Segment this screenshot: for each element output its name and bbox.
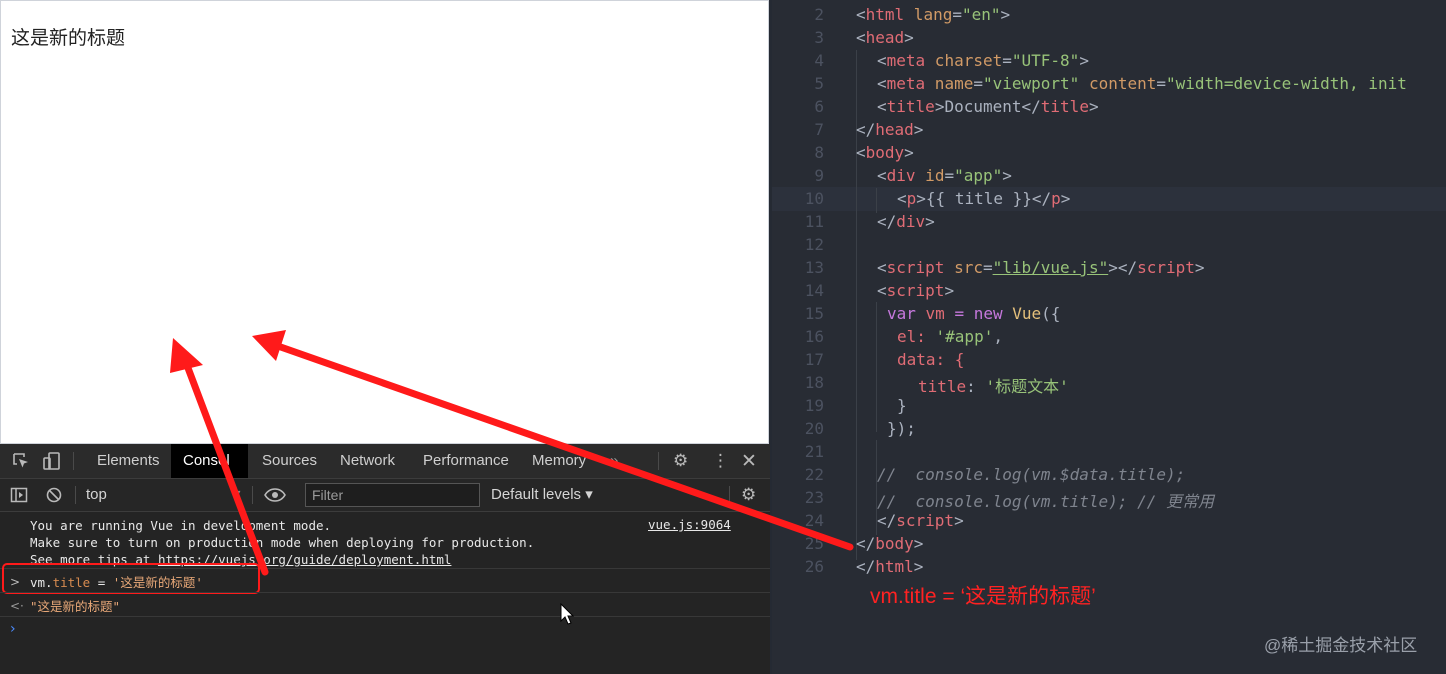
- tab-performance[interactable]: Performance: [411, 444, 521, 478]
- code-line-11: </div>: [877, 212, 935, 231]
- line-number: 19: [804, 396, 824, 415]
- toolbar-divider: [658, 452, 659, 470]
- input-highlight-box: [2, 563, 260, 594]
- console-settings-gear-icon[interactable]: ⚙: [741, 479, 756, 511]
- line-number: 16: [804, 327, 824, 346]
- line-number: 23: [804, 488, 824, 507]
- devtools-tab-bar: Elements Consol Sources Network Performa…: [0, 444, 770, 479]
- execution-context-select[interactable]: top: [86, 479, 107, 511]
- tab-elements[interactable]: Elements: [85, 444, 172, 478]
- code-line-23: // console.log(vm.title); // 更常用: [877, 492, 1214, 511]
- toolbar-divider: [729, 486, 730, 504]
- chevron-down-icon[interactable]: ▼: [232, 479, 240, 511]
- result-arrow-icon: <·: [10, 599, 24, 613]
- log-levels-dropdown[interactable]: Default levels ▾: [491, 479, 593, 511]
- device-toolbar-icon[interactable]: [42, 444, 62, 478]
- line-number: 2: [814, 5, 824, 24]
- kebab-menu-icon[interactable]: ⋮: [712, 444, 729, 478]
- code-line-25: </body>: [856, 534, 924, 553]
- indent-guide: [876, 302, 877, 432]
- line-number: 3: [814, 28, 824, 47]
- line-number: 9: [814, 166, 824, 185]
- code-line-3: <head>: [856, 28, 914, 47]
- toolbar-divider: [73, 452, 74, 470]
- tab-memory[interactable]: Memory: [520, 444, 598, 478]
- code-line-14: <script>: [877, 281, 955, 300]
- code-line-26: </html>: [856, 557, 924, 576]
- sidebar-toggle-icon[interactable]: [10, 479, 28, 511]
- code-line-24: </script>: [877, 511, 964, 530]
- console-separator: [0, 592, 770, 593]
- code-line-9: <div id="app">: [877, 166, 1012, 185]
- line-number: 13: [804, 258, 824, 277]
- code-line-10: <p>{{ title }}</p>: [897, 189, 1071, 208]
- console-separator: [0, 616, 770, 617]
- console-message-line: Make sure to turn on production mode whe…: [30, 535, 535, 550]
- settings-gear-icon[interactable]: ⚙: [673, 444, 688, 478]
- rendered-title-text: 这是新的标题: [11, 27, 126, 49]
- code-line-8: <body>: [856, 143, 914, 162]
- line-number: 12: [804, 235, 824, 254]
- mouse-pointer-icon: [560, 603, 574, 625]
- line-number: 15: [804, 304, 824, 323]
- tab-sources[interactable]: Sources: [250, 444, 329, 478]
- browser-viewport: 这是新的标题: [0, 0, 769, 444]
- code-line-19: }: [897, 396, 907, 415]
- current-line-highlight: [772, 187, 1446, 211]
- console-toolbar: top ▼ Default levels ▾ ⚙: [0, 479, 770, 512]
- console-result-value: "这是新的标题": [30, 599, 121, 614]
- indent-guide: [876, 188, 877, 213]
- watermark-text: @稀土掘金技术社区: [1264, 636, 1418, 655]
- line-number: 11: [804, 212, 824, 231]
- more-tabs-button[interactable]: »: [598, 444, 630, 478]
- code-line-16: el: '#app',: [897, 327, 1003, 346]
- line-number: 5: [814, 74, 824, 93]
- line-number: 17: [804, 350, 824, 369]
- line-number: 20: [804, 419, 824, 438]
- line-number: 6: [814, 97, 824, 116]
- line-number: 24: [804, 511, 824, 530]
- code-line-7: </head>: [856, 120, 924, 139]
- code-line-6: <title>Document</title>: [877, 97, 1099, 116]
- inspect-element-icon[interactable]: [11, 444, 31, 478]
- tab-console[interactable]: Consol: [171, 444, 248, 478]
- console-prompt-input[interactable]: ›: [10, 621, 16, 637]
- toolbar-divider: [75, 486, 76, 504]
- close-icon[interactable]: ✕: [741, 444, 757, 478]
- code-editor[interactable]: 2 3 4 5 6 7 8 9 10 11 12 13 14 15 16 17 18 19 20 21 22 23 24 25…: [772, 0, 1446, 674]
- red-annotation-text: vm.title = ‘这是新的标题’: [870, 585, 1096, 608]
- code-line-15: var vm = new Vue({: [887, 304, 1061, 323]
- live-expression-eye-icon[interactable]: [264, 479, 286, 511]
- clear-console-icon[interactable]: [45, 479, 63, 511]
- line-number: 22: [804, 465, 824, 484]
- tab-network[interactable]: Network: [328, 444, 407, 478]
- console-message-line: You are running Vue in development mode.: [30, 518, 332, 533]
- line-number: 7: [814, 120, 824, 139]
- code-line-18: title: '标题文本': [918, 377, 1069, 396]
- code-line-13: <script src="lib/vue.js"></script>: [877, 258, 1205, 277]
- code-line-22: // console.log(vm.$data.title);: [877, 465, 1186, 484]
- toolbar-divider: [252, 486, 253, 504]
- code-line-4: <meta charset="UTF-8">: [877, 51, 1089, 70]
- code-line-20: });: [887, 419, 916, 438]
- line-number: 4: [814, 51, 824, 70]
- code-line-2: <html lang="en">: [856, 5, 1011, 24]
- line-number: 18: [804, 373, 824, 392]
- line-number: 25: [804, 534, 824, 553]
- console-source-link[interactable]: vue.js:9064: [648, 517, 731, 532]
- code-line-17: data: {: [897, 350, 965, 369]
- line-number: 8: [814, 143, 824, 162]
- line-number: 10: [804, 189, 824, 208]
- console-vue-dev-message: You are running Vue in development mode.…: [30, 517, 534, 568]
- line-number: 26: [804, 557, 824, 576]
- code-line-5: <meta name="viewport" content="width=dev…: [877, 74, 1407, 93]
- filter-input[interactable]: [305, 483, 480, 507]
- line-number: 14: [804, 281, 824, 300]
- line-number: 21: [804, 442, 824, 461]
- devtools-panel: Elements Consol Sources Network Performa…: [0, 444, 770, 674]
